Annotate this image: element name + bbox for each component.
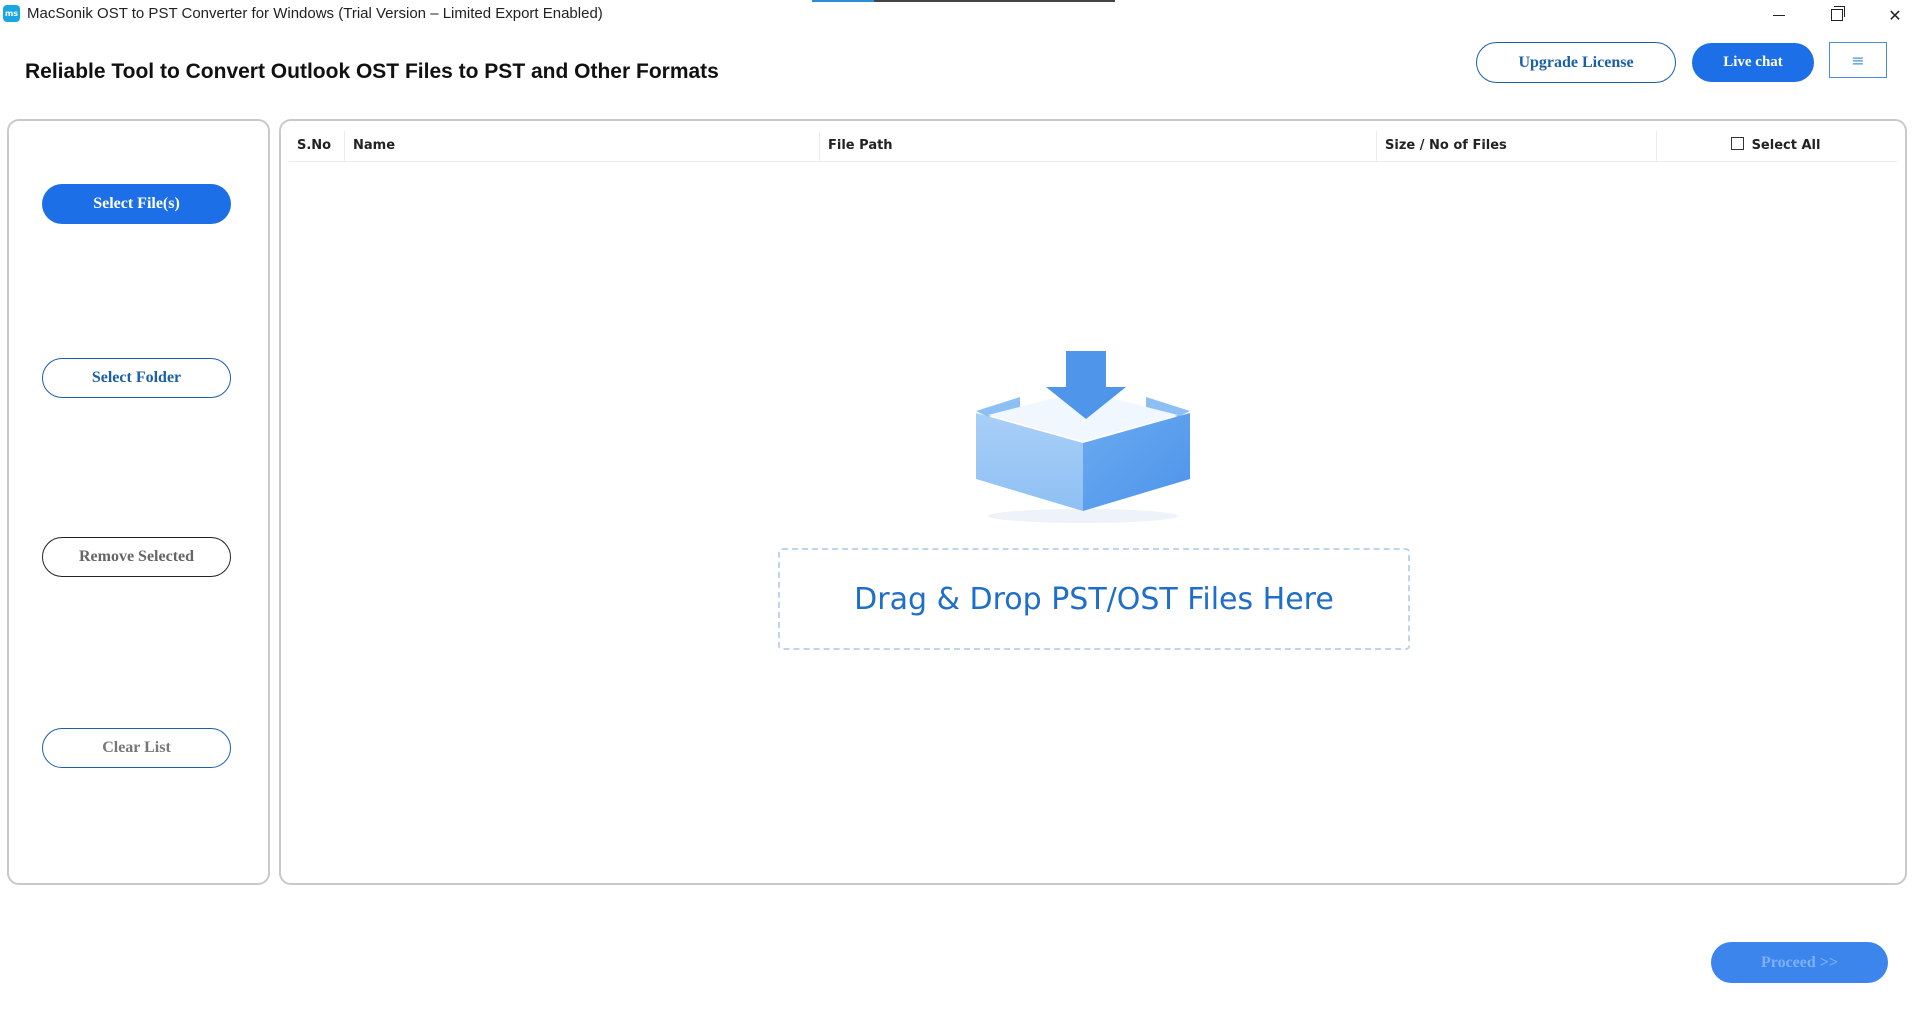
clear-list-button[interactable]: Clear List	[42, 728, 231, 768]
column-header-file-path[interactable]: File Path	[819, 131, 1376, 161]
restore-icon	[1831, 6, 1845, 21]
select-all-toggle[interactable]: Select All	[1656, 131, 1894, 161]
close-button[interactable]: ✕	[1872, 0, 1912, 30]
live-chat-button[interactable]: Live chat	[1692, 43, 1814, 82]
column-header-size[interactable]: Size / No of Files	[1376, 131, 1656, 161]
drop-zone-text: Drag & Drop PST/OST Files Here	[854, 581, 1334, 617]
minimize-button[interactable]	[1756, 0, 1802, 30]
app-logo-icon: ms	[3, 5, 20, 22]
file-list-panel: S.No Name File Path Size / No of Files S…	[279, 119, 1907, 885]
menu-button[interactable]: ≡	[1829, 42, 1887, 78]
table-header: S.No Name File Path Size / No of Files S…	[289, 131, 1897, 162]
page-title: Reliable Tool to Convert Outlook OST Fil…	[25, 60, 719, 83]
proceed-button[interactable]: Proceed >>	[1711, 942, 1888, 983]
actions-panel: Select File(s) Select Folder Remove Sele…	[7, 119, 270, 885]
download-box-icon	[976, 351, 1190, 523]
close-icon: ✕	[1888, 5, 1902, 25]
hamburger-menu-icon: ≡	[1851, 50, 1865, 70]
restore-button[interactable]	[1814, 0, 1860, 30]
title-bar: ms MacSonik OST to PST Converter for Win…	[0, 0, 1912, 30]
select-all-checkbox[interactable]	[1730, 137, 1744, 150]
select-all-label: Select All	[1751, 138, 1821, 153]
minimize-icon	[1773, 14, 1785, 16]
remove-selected-button[interactable]: Remove Selected	[42, 537, 231, 577]
window-title: MacSonik OST to PST Converter for Window…	[27, 5, 603, 22]
select-folder-button[interactable]: Select Folder	[42, 358, 231, 398]
column-header-name[interactable]: Name	[344, 131, 819, 161]
title-accent-bar	[812, 0, 1115, 2]
drop-zone[interactable]: Drag & Drop PST/OST Files Here	[778, 548, 1410, 650]
upgrade-license-button[interactable]: Upgrade License	[1476, 42, 1676, 83]
column-header-sno[interactable]: S.No	[289, 131, 344, 161]
select-files-button[interactable]: Select File(s)	[42, 184, 231, 224]
